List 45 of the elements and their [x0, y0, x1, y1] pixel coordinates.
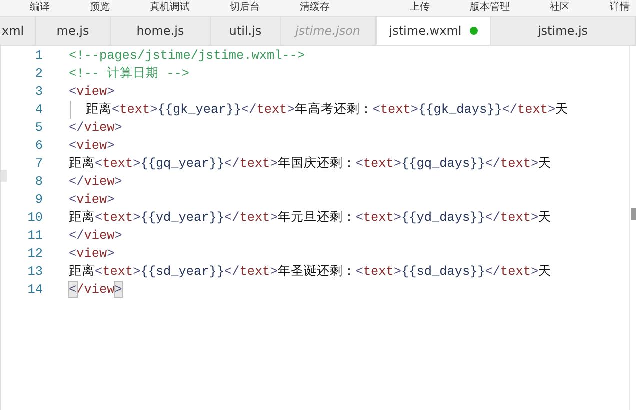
toolbar-item[interactable]: 清缓存 [300, 2, 330, 14]
line-number: 5 [35, 120, 43, 135]
code-line: <view> [69, 245, 115, 263]
line-number: 2 [35, 66, 43, 81]
modified-dot-icon [470, 27, 478, 35]
toolbar-item[interactable]: 真机调试 [150, 2, 190, 14]
line-number: 3 [35, 84, 43, 99]
line-number: 4 [35, 102, 43, 117]
code-line: </view> [69, 173, 122, 191]
toolbar-item[interactable]: 上传 [410, 2, 430, 14]
line-number: 14 [28, 282, 43, 297]
file-tab[interactable]: jstime.js [491, 17, 636, 45]
line-number: 1 [35, 48, 43, 63]
line-number: 9 [35, 192, 43, 207]
file-tab[interactable]: me.js [36, 17, 111, 45]
toolbar-item[interactable]: 切后台 [230, 2, 260, 14]
code-line: <view> [69, 137, 115, 155]
toolbar-item[interactable]: 编译 [30, 2, 50, 14]
scrollbar-thumb[interactable] [631, 208, 636, 220]
code-line: 距离<text>{{gq_year}}</text>年国庆还剩：<text>{{gq_days}}</text>天 [69, 155, 552, 173]
file-tab[interactable]: util.js [211, 17, 281, 45]
code-line: <!--pages/jstime/jstime.wxml--> [69, 47, 306, 65]
toolbar-item[interactable]: 社区 [550, 2, 570, 14]
file-tab[interactable]: home.js [111, 17, 211, 45]
code-line: </view> [69, 119, 122, 137]
toolbar-item[interactable]: 版本管理 [470, 2, 510, 14]
code-line: </view> [69, 281, 122, 299]
code-line: </view> [69, 227, 122, 245]
file-tab[interactable]: xml [0, 17, 36, 45]
toolbar-item[interactable]: 详情 [610, 2, 630, 14]
toolbar-item[interactable]: 预览 [90, 2, 110, 14]
line-number: 11 [28, 228, 43, 243]
code-line: <view> [69, 191, 115, 209]
code-line: 距离<text>{{sd_year}}</text>年圣诞还剩：<text>{{sd_days}}</text>天 [69, 263, 552, 281]
line-number: 6 [35, 138, 43, 153]
code-line: <!-- 计算日期 --> [69, 65, 190, 83]
line-number: 13 [28, 264, 43, 279]
line-number: 10 [28, 210, 43, 225]
code-line: 距离<text>{{gk_year}}</text>年高考还剩：<text>{{gk_days}}</text>天 [86, 101, 569, 119]
file-tab[interactable]: jstime.wxml [376, 17, 491, 45]
line-number: 12 [28, 246, 43, 261]
line-number: 8 [35, 174, 43, 189]
line-number: 7 [35, 156, 43, 171]
code-line: 距离<text>{{yd_year}}</text>年元旦还剩：<text>{{yd_days}}</text>天 [69, 209, 552, 227]
code-line: <view> [69, 83, 115, 101]
